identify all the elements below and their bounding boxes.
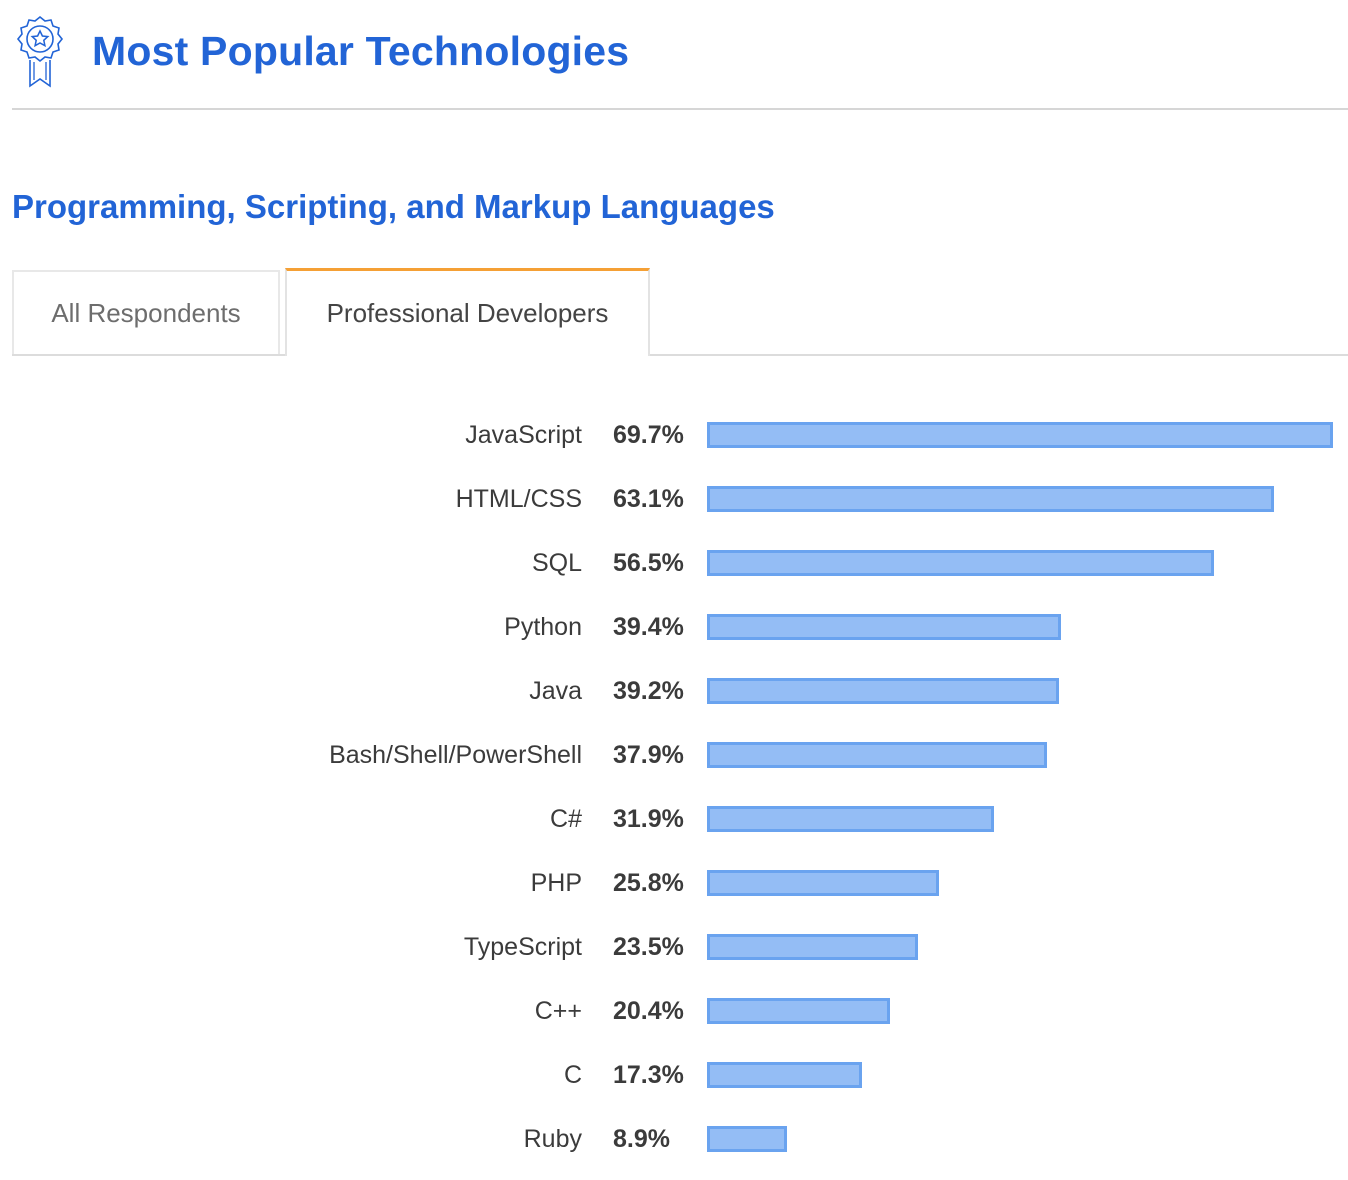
category-label: Ruby xyxy=(523,1125,582,1153)
bar xyxy=(707,806,994,832)
value-label: 63.1% xyxy=(613,485,684,513)
chart-row: TypeScript 23.5% xyxy=(0,927,1348,967)
value-label: 20.4% xyxy=(613,997,684,1025)
bar-chart: JavaScript 69.7% HTML/CSS 63.1% SQL 56.5% Pyth… xyxy=(0,400,1348,1170)
category-label: HTML/CSS xyxy=(455,485,582,513)
value-label: 25.8% xyxy=(613,869,684,897)
category-label: C xyxy=(563,1061,582,1089)
respondent-tabs: All Respondents Professional Developers xyxy=(12,268,1348,356)
category-label: Java xyxy=(529,677,582,705)
bar xyxy=(707,998,890,1024)
chart-row: Java 39.2% xyxy=(0,671,1348,711)
value-label: 31.9% xyxy=(613,805,684,833)
chart-row: PHP 25.8% xyxy=(0,863,1348,903)
chart-row: C++ 20.4% xyxy=(0,991,1348,1031)
page-title: Most Popular Technologies xyxy=(92,28,630,74)
chart-row: JavaScript 69.7% xyxy=(0,415,1348,455)
value-label: 23.5% xyxy=(613,933,684,961)
category-label: SQL xyxy=(531,549,582,577)
value-label: 69.7% xyxy=(613,421,684,449)
bar xyxy=(707,870,939,896)
chart-row: Ruby 8.9% xyxy=(0,1119,1348,1159)
value-label: 37.9% xyxy=(613,741,684,769)
value-label: 56.5% xyxy=(613,549,684,577)
bar xyxy=(707,550,1214,576)
value-label: 39.2% xyxy=(613,677,684,705)
chart-row: Python 39.4% xyxy=(0,607,1348,647)
bar xyxy=(707,422,1333,448)
section-title: Programming, Scripting, and Markup Langu… xyxy=(12,188,775,225)
tab-all-respondents[interactable]: All Respondents xyxy=(12,270,280,354)
chart-row: HTML/CSS 63.1% xyxy=(0,479,1348,519)
category-label: Python xyxy=(504,613,582,641)
chart-row: C 17.3% xyxy=(0,1055,1348,1095)
category-label: Bash/Shell/PowerShell xyxy=(329,741,582,769)
bar xyxy=(707,934,918,960)
award-ribbon-icon xyxy=(16,15,64,88)
bar xyxy=(707,678,1059,704)
bar xyxy=(707,1062,862,1088)
bar xyxy=(707,1126,787,1152)
value-label: 8.9% xyxy=(613,1125,670,1153)
category-label: JavaScript xyxy=(465,421,582,449)
bar xyxy=(707,614,1061,640)
chart-row: SQL 56.5% xyxy=(0,543,1348,583)
category-label: TypeScript xyxy=(463,933,582,961)
chart-row: Bash/Shell/PowerShell 37.9% xyxy=(0,735,1348,775)
bar xyxy=(707,742,1047,768)
category-label: C++ xyxy=(534,997,582,1025)
page-header: Most Popular Technologies xyxy=(12,14,1348,110)
tab-professional-developers[interactable]: Professional Developers xyxy=(285,268,650,356)
bar xyxy=(707,486,1274,512)
category-label: PHP xyxy=(530,869,582,897)
chart-row: C# 31.9% xyxy=(0,799,1348,839)
value-label: 39.4% xyxy=(613,613,684,641)
category-label: C# xyxy=(550,805,582,833)
value-label: 17.3% xyxy=(613,1061,684,1089)
